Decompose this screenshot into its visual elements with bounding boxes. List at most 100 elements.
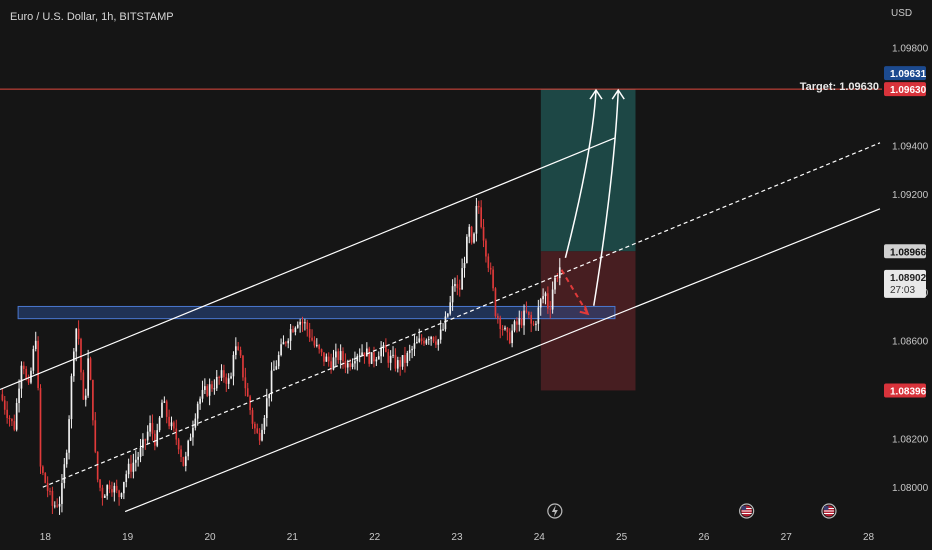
- candle-body: [123, 482, 125, 494]
- candle-body: [508, 332, 511, 344]
- x-axis-tick-label: 26: [698, 532, 710, 543]
- candle-body: [501, 328, 504, 330]
- candle-body: [497, 316, 499, 318]
- candle-body: [394, 354, 397, 369]
- candle-body: [494, 288, 497, 317]
- candle-body: [444, 316, 447, 330]
- candle-body: [346, 363, 349, 368]
- candle-body: [177, 439, 180, 450]
- candle-body: [206, 386, 209, 396]
- candle-body: [32, 349, 35, 371]
- candle-body: [439, 329, 442, 340]
- candle-body: [404, 355, 406, 363]
- candle-body: [556, 277, 559, 279]
- candle-body: [547, 293, 549, 309]
- candle-body: [254, 423, 256, 429]
- candle-body: [270, 370, 273, 395]
- candle-body: [180, 449, 182, 458]
- candle-body: [101, 487, 104, 498]
- candle-body: [411, 348, 413, 351]
- candle-body: [168, 416, 170, 427]
- candle-body: [539, 299, 542, 308]
- candle-body: [134, 459, 137, 463]
- candle-body: [149, 423, 151, 432]
- candle-body: [115, 485, 118, 491]
- flag-canton: [823, 506, 829, 510]
- support-zone: [17, 305, 616, 320]
- price-chart[interactable]: 1.098001.094001.092001.088001.086001.082…: [0, 0, 932, 550]
- y-axis-tick-label: 1.09800: [892, 44, 929, 55]
- candle-body: [187, 440, 190, 457]
- support-zone-layer: [17, 305, 616, 320]
- candle-body: [323, 352, 325, 362]
- candle-body: [230, 376, 232, 379]
- candle-body: [96, 451, 99, 480]
- candle-body: [137, 456, 139, 460]
- chart-panel[interactable]: 1.098001.094001.092001.088001.086001.082…: [0, 0, 932, 550]
- candle-body: [68, 419, 70, 453]
- candle-body: [511, 330, 513, 344]
- candle-body: [530, 315, 533, 324]
- candle-body: [46, 482, 49, 491]
- candle-body: [527, 311, 530, 316]
- flag-stripe: [823, 510, 834, 512]
- candle-body: [304, 322, 306, 324]
- candle-body: [223, 370, 225, 378]
- candle-body: [373, 352, 375, 362]
- candle-body: [265, 398, 268, 419]
- candle-body: [6, 409, 8, 418]
- candle-body: [423, 340, 425, 344]
- x-axis-tick-label: 27: [781, 532, 793, 543]
- candle-body: [408, 350, 411, 353]
- candle-body: [537, 307, 540, 324]
- candle-body: [263, 418, 266, 430]
- candle-body: [234, 346, 237, 355]
- candle-body: [215, 376, 218, 389]
- candle-body: [220, 370, 223, 378]
- candle-body: [380, 347, 382, 357]
- candle-body: [246, 388, 249, 397]
- candle-body: [232, 354, 235, 377]
- candle-body: [446, 313, 449, 317]
- candle-body: [480, 207, 483, 227]
- candle-body: [287, 340, 290, 344]
- candle-body: [249, 396, 251, 411]
- candle-body: [311, 337, 313, 341]
- candle-body: [466, 236, 468, 263]
- candle-body: [365, 348, 368, 357]
- y-axis-tick-label: 1.09400: [892, 141, 929, 152]
- candle-body: [482, 226, 485, 241]
- candle-body: [520, 318, 523, 326]
- candle-body: [113, 485, 116, 493]
- candle-body: [132, 462, 135, 472]
- candle-body: [506, 327, 509, 333]
- candle-body: [349, 363, 351, 367]
- candle-body: [108, 485, 111, 490]
- candle-body: [435, 341, 437, 345]
- candle-body: [20, 365, 23, 389]
- candle-body: [103, 495, 106, 498]
- candle-body: [199, 398, 201, 404]
- candle-body: [280, 344, 282, 356]
- candle-body: [485, 240, 487, 257]
- y-axis-tick-label: 1.08200: [892, 434, 929, 445]
- candle-body: [277, 355, 280, 367]
- candle-body: [82, 372, 85, 400]
- candle-body: [94, 420, 97, 452]
- candle-body: [427, 339, 430, 341]
- candle-body: [256, 428, 259, 433]
- candle-body: [18, 388, 20, 404]
- y-axis-tick-label: 1.09200: [892, 190, 929, 201]
- candle-body: [518, 318, 521, 325]
- candle-body: [56, 505, 59, 507]
- candle-body: [125, 474, 128, 483]
- candle-body: [218, 376, 220, 378]
- candle-body: [75, 328, 78, 352]
- stop-price-tag: 1.08396: [890, 386, 927, 397]
- candle-body: [163, 401, 166, 403]
- candle-body: [182, 457, 185, 466]
- candle-body: [387, 352, 390, 363]
- candle-body: [39, 388, 42, 467]
- candle-body: [89, 358, 92, 380]
- candle-body: [189, 437, 192, 441]
